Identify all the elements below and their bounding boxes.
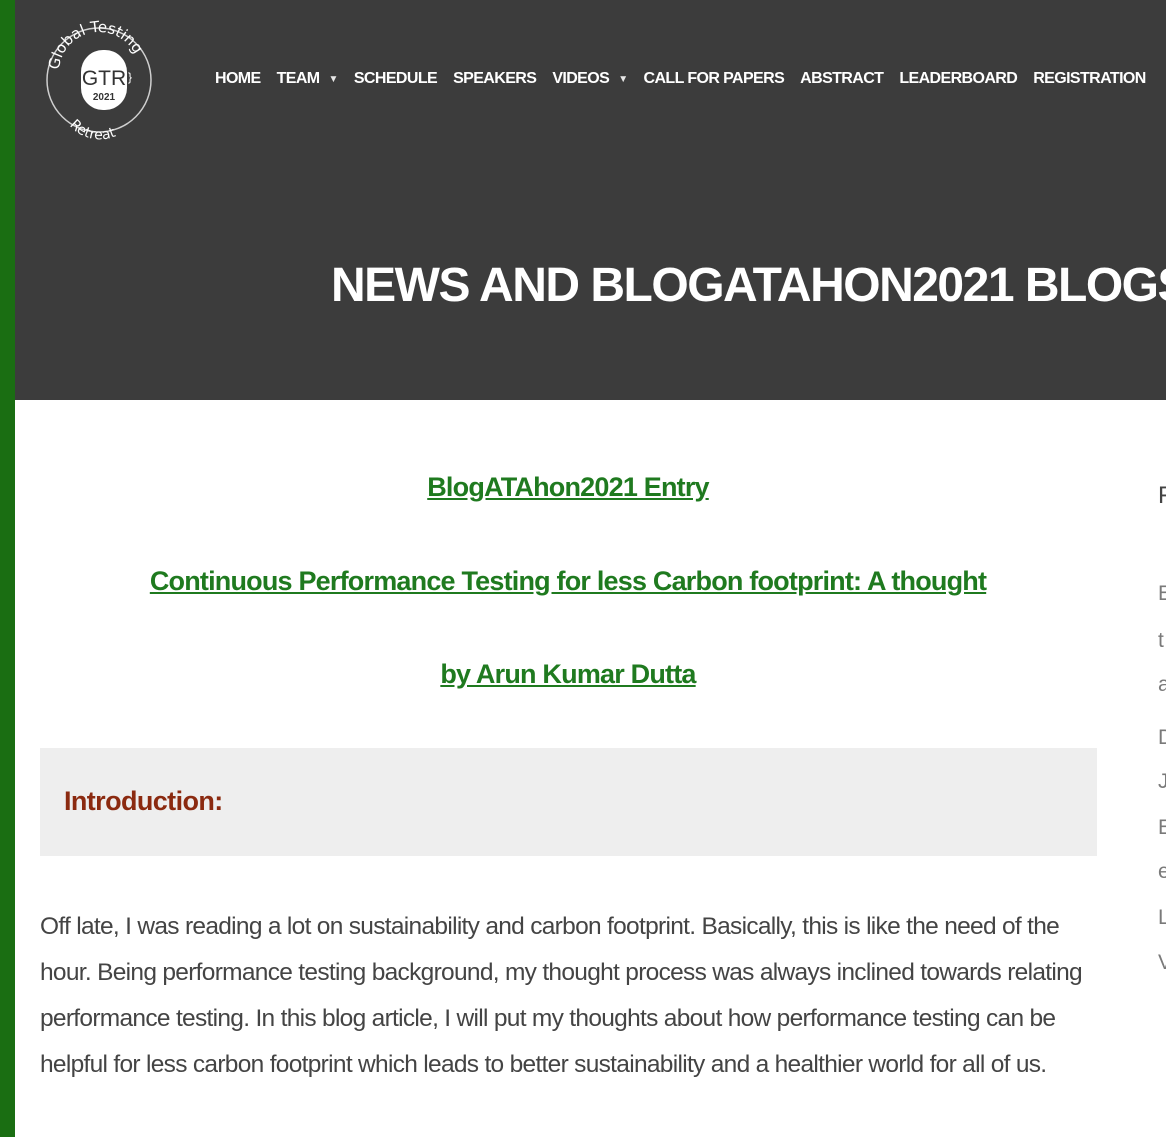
nav-label: SPEAKERS [453, 70, 537, 87]
nav-registration[interactable]: REGISTRATION [1033, 70, 1146, 88]
nav-call-for-papers[interactable]: CALL FOR PAPERS [644, 70, 785, 88]
page: Global Testing { } GTR 2021 Retreat HOME… [15, 0, 1166, 1137]
nav-label: LEADERBOARD [899, 70, 1018, 87]
logo-bottom-text: Retreat [66, 117, 118, 144]
sidebar-text: L [1158, 906, 1166, 929]
nav-label: ABSTRACT [800, 70, 884, 87]
sidebar-text: E [1158, 582, 1166, 605]
nav-team[interactable]: TEAM ▼ [276, 70, 339, 88]
nav-home[interactable]: HOME [215, 70, 261, 88]
sidebar-text: t [1158, 629, 1164, 652]
section-heading: Introduction: [64, 786, 223, 816]
chevron-down-icon: ▼ [618, 73, 628, 85]
nav-label: TEAM [276, 70, 321, 87]
site-logo[interactable]: Global Testing { } GTR 2021 Retreat [37, 2, 152, 162]
hero-banner: Global Testing { } GTR 2021 Retreat HOME… [15, 0, 1166, 400]
logo-year: 2021 [93, 92, 116, 103]
sidebar-text: a [1158, 673, 1166, 696]
author-link[interactable]: by Arun Kumar Dutta [15, 659, 1121, 690]
section-heading-box: Introduction: [40, 748, 1097, 856]
logo-center-text: GTR [82, 67, 126, 90]
sidebar-text: J [1158, 770, 1166, 793]
nav-label: CALL FOR PAPERS [643, 70, 785, 87]
nav-label: HOME [215, 70, 261, 87]
nav-abstract[interactable]: ABSTRACT [800, 70, 884, 88]
sidebar-text: e [1158, 860, 1166, 883]
nav-label: SCHEDULE [353, 70, 438, 87]
svg-text:}: } [128, 70, 132, 84]
entry-label-link[interactable]: BlogATAhon2021 Entry [15, 472, 1121, 503]
sidebar-heading: F [1158, 482, 1166, 509]
nav-label: VIDEOS [552, 70, 610, 87]
post-title-link[interactable]: Continuous Performance Testing for less … [15, 566, 1121, 597]
page-title: NEWS AND BLOGATAHON2021 BLOGS [331, 259, 1166, 312]
sidebar-text: D [1158, 726, 1166, 749]
main-nav: HOME TEAM ▼ SCHEDULE SPEAKERS VIDEOS ▼ C… [215, 62, 1162, 96]
nav-schedule[interactable]: SCHEDULE [353, 70, 438, 88]
nav-speakers[interactable]: SPEAKERS [453, 70, 537, 88]
sidebar-text: V [1158, 951, 1166, 974]
intro-paragraph: Off late, I was reading a lot on sustain… [40, 913, 1083, 1078]
nav-leaderboard[interactable]: LEADERBOARD [899, 70, 1017, 88]
nav-label: REGISTRATION [1033, 70, 1146, 87]
chevron-down-icon: ▼ [328, 73, 339, 85]
nav-videos[interactable]: VIDEOS ▼ [552, 70, 628, 88]
sidebar-text: E [1158, 816, 1166, 839]
main-content: BlogATAhon2021 Entry Continuous Performa… [15, 400, 1166, 1137]
